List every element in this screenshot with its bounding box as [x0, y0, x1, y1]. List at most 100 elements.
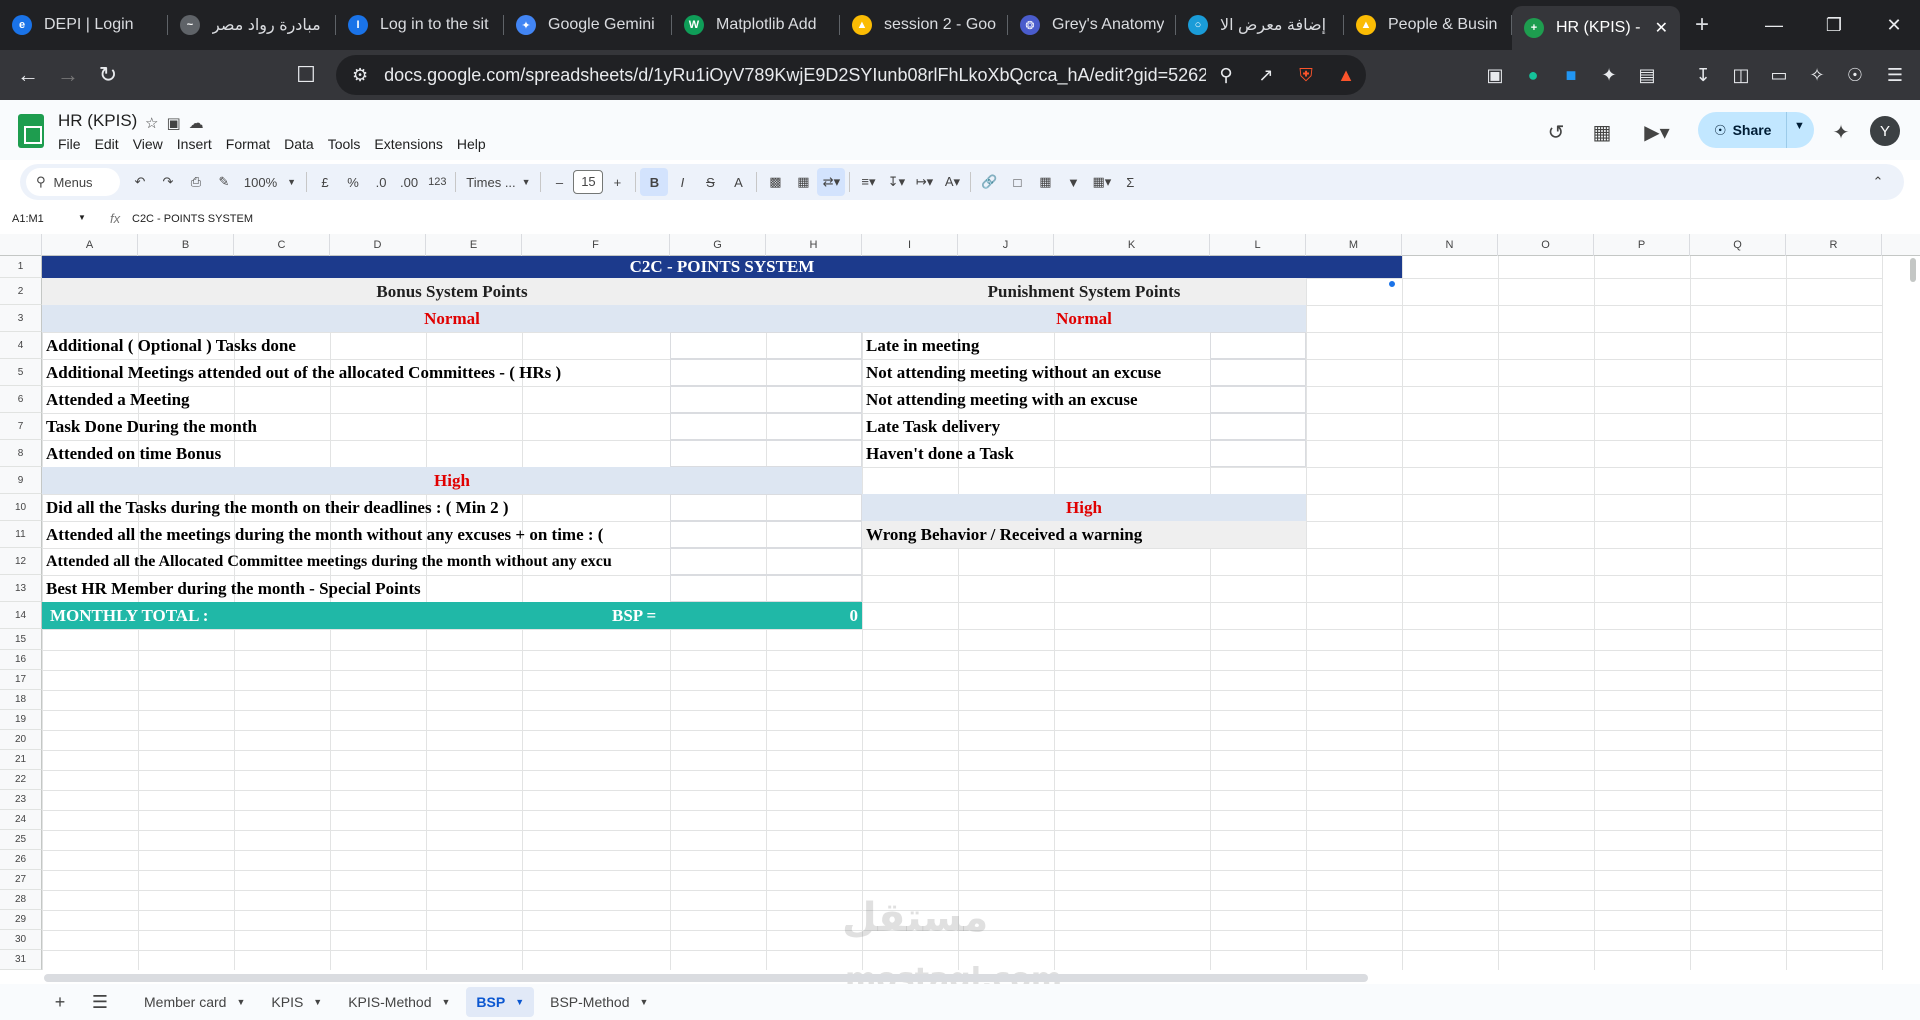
text-wrap-icon[interactable]: ↦▾ — [910, 168, 938, 196]
menu-view[interactable]: View — [133, 136, 163, 152]
filter-icon[interactable]: ▼ — [1059, 168, 1087, 196]
monthly-total-row[interactable]: MONTHLY TOTAL : BSP = 0 — [42, 602, 862, 629]
bonus-item-points[interactable] — [670, 440, 862, 467]
collapse-toolbar-icon[interactable]: ⌃ — [1864, 168, 1892, 196]
row-header[interactable]: 24 — [0, 810, 42, 830]
menu-data[interactable]: Data — [284, 136, 314, 152]
close-window-icon[interactable]: ✕ — [1864, 0, 1920, 50]
bonus-item-points[interactable] — [670, 332, 862, 359]
bonus-item[interactable]: Task Done During the month — [42, 413, 670, 440]
punishment-item-points[interactable] — [1210, 386, 1306, 413]
browser-tab[interactable]: W Matplotlib Add — [672, 0, 840, 50]
sheet-tab[interactable]: KPIS-Method ▼ — [338, 987, 460, 1017]
bonus-item-points[interactable] — [670, 359, 862, 386]
menu-icon[interactable]: ☰ — [1880, 60, 1910, 90]
decrease-font-size-icon[interactable]: – — [545, 168, 573, 196]
bold-button[interactable]: B — [640, 168, 669, 196]
browser-tab[interactable]: ❂ Grey's Anatomy — [1008, 0, 1176, 50]
bonus-high-item-points[interactable] — [670, 494, 862, 521]
all-sheets-icon[interactable]: ☰ — [86, 988, 114, 1016]
selection-fill-handle[interactable] — [1388, 280, 1396, 288]
bonus-high-item-points[interactable] — [670, 521, 862, 548]
bonus-high-item[interactable]: Best HR Member during the month - Specia… — [42, 575, 670, 602]
version-history-icon[interactable]: ↺ — [1538, 114, 1574, 150]
address-bar[interactable]: ⚙ docs.google.com/spreadsheets/d/1yRu1iO… — [336, 55, 1366, 95]
chevron-down-icon[interactable]: ▼ — [640, 997, 649, 1007]
vertical-align-icon[interactable]: ↧▾ — [882, 168, 910, 196]
column-header[interactable]: H — [766, 234, 862, 256]
menu-format[interactable]: Format — [226, 136, 270, 152]
bonus-title[interactable]: Bonus System Points — [42, 278, 862, 305]
site-info-icon[interactable]: ⚙ — [352, 65, 368, 86]
row-header[interactable]: 28 — [0, 890, 42, 910]
fill-color-icon[interactable]: ▩ — [761, 168, 789, 196]
borders-icon[interactable]: ▦ — [789, 168, 817, 196]
sheet-banner[interactable]: C2C - POINTS SYSTEM — [42, 256, 1402, 278]
column-header[interactable]: G — [670, 234, 766, 256]
currency-button[interactable]: £ — [311, 168, 339, 196]
column-header[interactable]: P — [1594, 234, 1690, 256]
document-title[interactable]: HR (KPIS) — [58, 111, 137, 131]
comments-icon[interactable]: ▦ — [1584, 114, 1620, 150]
row-header[interactable]: 15 — [0, 629, 42, 650]
row-header[interactable]: 26 — [0, 850, 42, 870]
row-header[interactable]: 8 — [0, 440, 42, 467]
menu-search[interactable]: ⚲ Menus — [26, 168, 120, 196]
zoom-select[interactable]: 100% ▼ — [238, 168, 302, 196]
formula-input[interactable]: C2C - POINTS SYSTEM — [132, 213, 253, 225]
column-header[interactable]: C — [234, 234, 330, 256]
bonus-item-points[interactable] — [670, 386, 862, 413]
font-size-input[interactable]: 15 — [573, 170, 604, 194]
column-header[interactable]: I — [862, 234, 958, 256]
browser-tab[interactable]: I Log in to the sit — [336, 0, 504, 50]
row-header[interactable]: 30 — [0, 930, 42, 950]
row-header[interactable]: 17 — [0, 670, 42, 690]
brave-rewards-icon[interactable]: ▲ — [1326, 65, 1366, 86]
row-header[interactable]: 23 — [0, 790, 42, 810]
column-header[interactable]: Q — [1690, 234, 1786, 256]
bookmark-icon[interactable]: ☐ — [286, 55, 326, 95]
punishment-item-points[interactable] — [1210, 413, 1306, 440]
filter-views-icon[interactable]: ▦▾ — [1087, 168, 1116, 196]
paint-format-icon[interactable]: ✎ — [210, 168, 238, 196]
browser-tab[interactable]: ▲ session 2 - Goo — [840, 0, 1008, 50]
spreadsheet-grid[interactable]: ABCDEFGHIJKLMNOPQR 1 2 3 4 5 6 7 8 9 10 11 12 13 14 15… — [0, 234, 1920, 970]
share-page-icon[interactable]: ↗ — [1246, 65, 1286, 86]
insert-comment-icon[interactable]: □ — [1003, 168, 1031, 196]
punishment-normal-label[interactable]: Normal — [862, 305, 1306, 332]
row-header[interactable]: 12 — [0, 548, 42, 575]
column-header[interactable]: K — [1054, 234, 1210, 256]
row-header[interactable]: 4 — [0, 332, 42, 359]
browser-tab[interactable]: ▲ People & Busin — [1344, 0, 1512, 50]
punishment-item-points[interactable] — [1210, 440, 1306, 467]
punishment-title[interactable]: Punishment System Points — [862, 278, 1306, 305]
bonus-item[interactable]: Additional Meetings attended out of the … — [42, 359, 670, 386]
sheet-tab[interactable]: KPIS ▼ — [261, 987, 332, 1017]
punishment-high-label[interactable]: High — [862, 494, 1306, 521]
punishment-item[interactable]: Late in meeting — [862, 332, 1210, 359]
star-icon[interactable]: ☆ — [145, 115, 166, 132]
punishment-item[interactable]: Not attending meeting without an excuse — [862, 359, 1210, 386]
select-all-corner[interactable] — [0, 234, 42, 256]
browser-tab[interactable]: ○ إضافة معرض الا — [1176, 0, 1344, 50]
name-box[interactable]: A1:M1 — [12, 213, 44, 225]
add-sheet-icon[interactable]: + — [46, 988, 74, 1016]
chevron-down-icon[interactable]: ▼ — [313, 997, 322, 1007]
grammarly-icon[interactable]: ● — [1518, 60, 1548, 90]
punishment-item[interactable]: Not attending meeting with an excuse — [862, 386, 1210, 413]
close-tab-icon[interactable]: ✕ — [1655, 18, 1668, 38]
forward-icon[interactable]: → — [48, 55, 88, 95]
chevron-down-icon[interactable]: ▼ — [441, 997, 450, 1007]
chevron-down-icon[interactable]: ▼ — [515, 997, 524, 1007]
column-header[interactable]: R — [1786, 234, 1882, 256]
bonus-normal-label[interactable]: Normal — [42, 305, 862, 332]
wallet-icon[interactable]: ▭ — [1764, 60, 1794, 90]
new-tab-button[interactable]: + — [1680, 11, 1724, 39]
reading-icon[interactable]: ▤ — [1632, 60, 1662, 90]
row-header[interactable]: 27 — [0, 870, 42, 890]
row-header[interactable]: 29 — [0, 910, 42, 930]
menu-extensions[interactable]: Extensions — [374, 136, 442, 152]
row-header[interactable]: 13 — [0, 575, 42, 602]
row-header[interactable]: 22 — [0, 770, 42, 790]
row-header[interactable]: 1 — [0, 256, 42, 278]
